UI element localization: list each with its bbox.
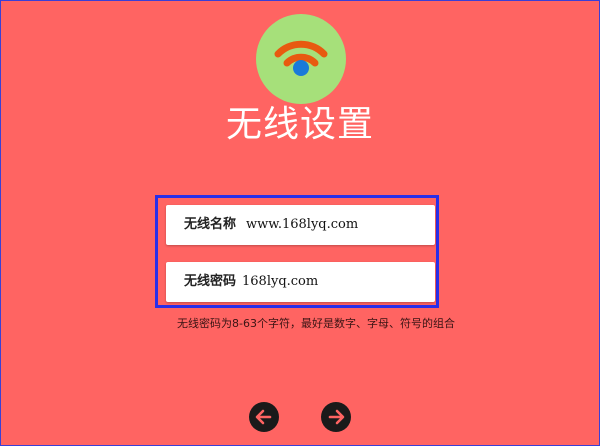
page-title: 无线设置 xyxy=(225,104,374,145)
back-button[interactable] xyxy=(249,402,279,432)
password-field[interactable]: 无线密码 xyxy=(166,262,435,302)
password-input[interactable] xyxy=(242,262,422,302)
password-label: 无线密码 xyxy=(184,274,237,289)
arrow-right-icon xyxy=(328,409,345,425)
password-hint: 无线密码为8-63个字符，最好是数字、字母、符号的组合 xyxy=(177,317,455,330)
ssid-input[interactable] xyxy=(246,205,426,245)
wifi-icon xyxy=(274,40,328,76)
arrow-left-icon xyxy=(255,409,272,425)
wifi-logo xyxy=(256,14,346,104)
ssid-field[interactable]: 无线名称 xyxy=(166,205,435,245)
wireless-form: 无线名称 无线密码 xyxy=(155,195,439,308)
ssid-label: 无线名称 xyxy=(184,217,237,232)
next-button[interactable] xyxy=(321,402,351,432)
